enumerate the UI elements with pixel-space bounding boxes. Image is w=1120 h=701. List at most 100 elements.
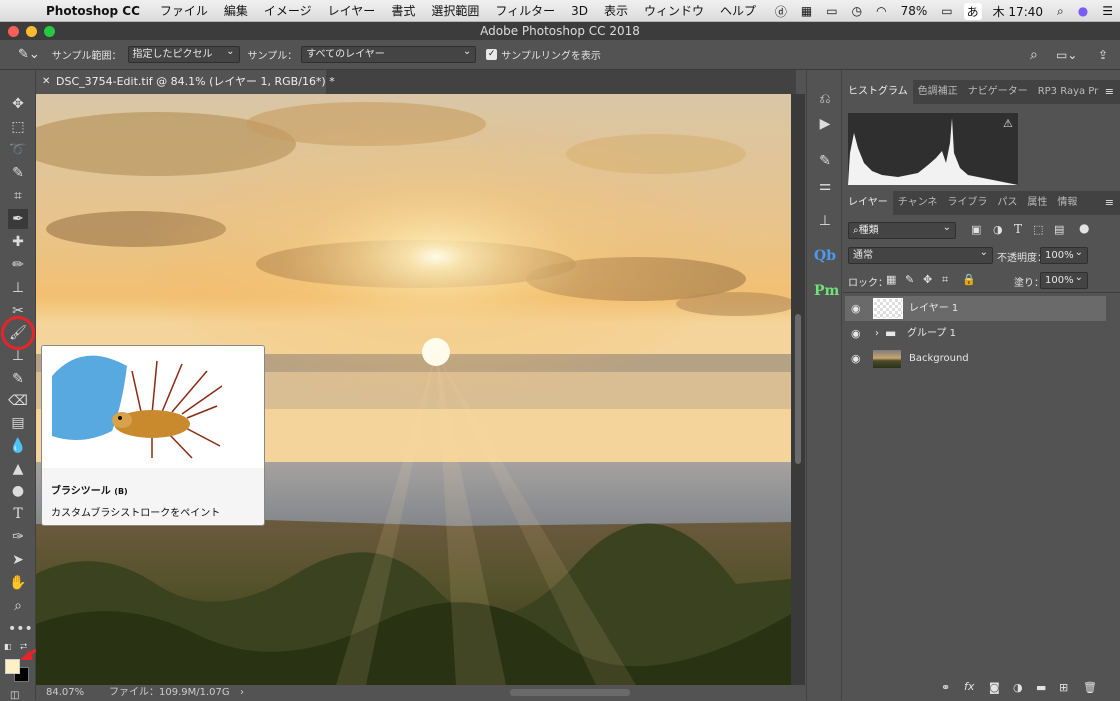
sample-layers-select[interactable]: すべてのレイヤー: [301, 44, 477, 63]
zoom-tool-icon[interactable]: ⌕: [8, 596, 28, 616]
menu-edit[interactable]: 編集: [216, 2, 256, 19]
filter-type-icon[interactable]: T: [1014, 222, 1022, 236]
brush-settings-panel-icon[interactable]: ⚌: [814, 175, 836, 197]
delete-layer-icon[interactable]: 🗑: [1083, 681, 1097, 694]
marquee-tool-icon[interactable]: ⬚: [8, 117, 28, 137]
panel-menu-icon[interactable]: ≡: [1105, 85, 1114, 98]
menu-3d[interactable]: 3D: [563, 4, 596, 18]
default-colors-icon[interactable]: ◧: [4, 642, 12, 651]
clone-stamp-tool-icon[interactable]: ⊥: [8, 278, 28, 298]
lasso-tool-icon[interactable]: ➰: [8, 140, 28, 160]
share-icon[interactable]: ⇪: [1098, 48, 1108, 62]
warning-icon[interactable]: ⚠: [1003, 117, 1013, 130]
status-d-icon[interactable]: ⓓ: [768, 3, 794, 20]
menu-file[interactable]: ファイル: [152, 2, 216, 19]
show-sampling-ring-checkbox[interactable]: ✓: [486, 49, 498, 60]
close-window-button[interactable]: [8, 26, 19, 37]
clock[interactable]: 木 17:40: [986, 3, 1050, 20]
close-tab-icon[interactable]: ✕: [42, 70, 50, 94]
spotlight-icon[interactable]: ⌕: [1050, 4, 1071, 19]
tab-adjustments[interactable]: 色調補正: [913, 80, 963, 104]
tab-libraries[interactable]: ライブラ: [942, 191, 992, 215]
menu-image[interactable]: イメージ: [256, 2, 320, 19]
filter-shape-icon[interactable]: ⬚: [1033, 223, 1043, 236]
filter-adjustment-icon[interactable]: ◑: [993, 223, 1003, 236]
document-tab[interactable]: ✕ DSC_3754-Edit.tif @ 84.1% (レイヤー 1, RGB…: [36, 70, 335, 94]
lock-all-icon[interactable]: 🔒: [962, 273, 976, 286]
layer-filter-select[interactable]: ⌕種類: [848, 220, 956, 239]
notification-center-icon[interactable]: ☰: [1095, 4, 1120, 18]
battery-percent[interactable]: 78%: [894, 4, 935, 18]
healing-brush-tool-icon[interactable]: ✚: [8, 232, 28, 252]
lock-pixels-icon[interactable]: ✎: [905, 273, 914, 286]
grid-icon[interactable]: ▦: [794, 4, 819, 18]
add-mask-icon[interactable]: ◙: [989, 681, 1000, 694]
lock-artboard-icon[interactable]: ⌗: [942, 273, 948, 287]
pm-plugin-icon[interactable]: Pm: [814, 280, 839, 302]
sample-size-select[interactable]: 指定したピクセル: [127, 44, 240, 63]
eyedropper-preset-icon[interactable]: ✎⌄: [18, 47, 40, 62]
actions-panel-icon[interactable]: ▶: [814, 113, 836, 135]
menu-window[interactable]: ウィンドウ: [636, 2, 712, 19]
menu-view[interactable]: 表示: [596, 2, 636, 19]
history-panel-icon[interactable]: ⎌: [814, 88, 836, 110]
filter-toggle-icon[interactable]: ●: [1079, 221, 1089, 235]
fill-field[interactable]: 100%: [1040, 270, 1088, 289]
brushes-panel-icon[interactable]: ✎: [814, 150, 836, 172]
path-selection-tool-icon[interactable]: ➤: [8, 550, 28, 570]
new-group-icon[interactable]: ▬: [1036, 681, 1046, 694]
blend-mode-select[interactable]: 通常: [848, 245, 993, 264]
visibility-eye-icon[interactable]: ◉: [851, 296, 861, 321]
quick-select-tool-icon[interactable]: ✎: [8, 163, 28, 183]
eyedropper-tool-icon[interactable]: ✒: [8, 209, 28, 229]
tab-layers[interactable]: レイヤー: [843, 191, 893, 215]
tab-properties[interactable]: 属性: [1022, 191, 1052, 215]
brush-tool-icon[interactable]: ✏: [8, 255, 28, 275]
layer-row[interactable]: ◉ レイヤー 1: [845, 296, 1106, 321]
blur-tool-icon[interactable]: 💧: [8, 436, 28, 456]
hand-tool-icon[interactable]: ✋: [8, 573, 28, 593]
eraser-tool-icon[interactable]: ⌫: [8, 391, 28, 411]
layer-row[interactable]: ◉ Background: [845, 346, 1106, 371]
scrollbar-thumb[interactable]: [795, 314, 801, 464]
expand-group-chevron-icon[interactable]: ›: [875, 321, 879, 346]
airplay-icon[interactable]: ▭: [819, 4, 844, 18]
lock-position-icon[interactable]: ✥: [923, 273, 932, 286]
menu-type[interactable]: 書式: [383, 2, 423, 19]
new-adjustment-icon[interactable]: ◑: [1013, 681, 1023, 694]
crop-tool-icon[interactable]: ⌗: [8, 186, 28, 206]
horizontal-scrollbar-thumb[interactable]: [510, 689, 630, 696]
lock-transparent-icon[interactable]: ▦: [886, 273, 896, 286]
menu-help[interactable]: ヘルプ: [712, 2, 764, 19]
wifi-icon[interactable]: ◠: [869, 4, 893, 18]
minimize-window-button[interactable]: [26, 26, 37, 37]
ime-indicator[interactable]: あ: [963, 2, 982, 20]
move-tool-icon[interactable]: ✥: [8, 94, 28, 114]
sharpen-tool-icon[interactable]: ▲: [8, 459, 28, 479]
filter-pixel-icon[interactable]: ▣: [971, 223, 981, 236]
visibility-eye-icon[interactable]: ◉: [851, 321, 861, 346]
tab-paths[interactable]: パス: [992, 191, 1022, 215]
tab-channels[interactable]: チャンネ: [893, 191, 943, 215]
time-machine-icon[interactable]: ◷: [845, 4, 869, 18]
menu-filter[interactable]: フィルター: [487, 2, 563, 19]
zoom-level[interactable]: 84.07%: [46, 685, 84, 700]
status-menu-chevron-icon[interactable]: ›: [240, 685, 244, 700]
tab-info[interactable]: 情報: [1052, 191, 1082, 215]
zoom-window-button[interactable]: [44, 26, 55, 37]
panel-menu-icon[interactable]: ≡: [1105, 196, 1114, 209]
tab-navigator[interactable]: ナビゲーター: [963, 80, 1033, 104]
qb-plugin-icon[interactable]: Qb: [814, 245, 836, 267]
filter-smart-object-icon[interactable]: ▤: [1054, 223, 1064, 236]
search-icon[interactable]: ⌕: [1030, 47, 1038, 63]
pen-tool-icon[interactable]: ✑: [8, 527, 28, 547]
canvas-vertical-scrollbar[interactable]: [791, 94, 805, 685]
fx-icon[interactable]: fx: [964, 680, 974, 693]
menu-select[interactable]: 選択範囲: [423, 2, 487, 19]
quick-mask-icon[interactable]: ◫: [10, 690, 19, 701]
dodge-tool-icon[interactable]: ●: [8, 481, 28, 501]
tab-raya-pro[interactable]: RP3 Raya Pr: [1033, 80, 1104, 104]
type-tool-icon[interactable]: T: [8, 504, 28, 524]
new-layer-icon[interactable]: ⊞: [1059, 681, 1068, 694]
link-layers-icon[interactable]: ⚭: [941, 681, 950, 694]
